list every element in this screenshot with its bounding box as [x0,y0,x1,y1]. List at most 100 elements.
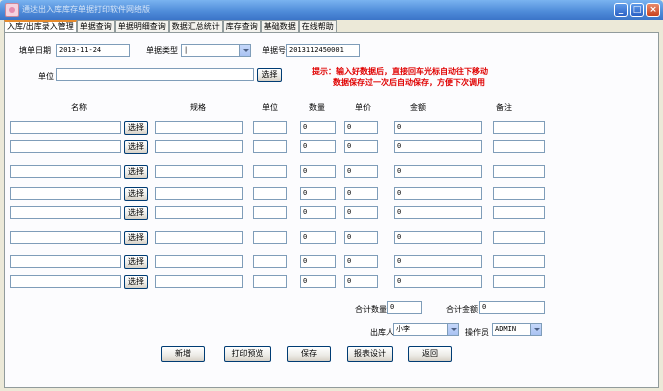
type-select[interactable]: | [181,44,251,57]
note-field[interactable] [493,275,545,288]
note-field[interactable] [493,206,545,219]
amount-field[interactable]: 0 [394,231,482,244]
amount-field[interactable]: 0 [394,206,482,219]
price-field[interactable]: 0 [344,206,378,219]
note-field[interactable] [493,140,545,153]
qty-field[interactable]: 0 [300,275,336,288]
amount-field[interactable]: 0 [394,187,482,200]
price-field[interactable]: 0 [344,140,378,153]
qty-field[interactable]: 0 [300,231,336,244]
note-field[interactable] [493,255,545,268]
row-select-button[interactable]: 选择 [124,187,148,201]
tab-summary[interactable]: 数据汇总统计 [168,20,223,32]
type-select-value: | [184,46,189,54]
price-field[interactable]: 0 [344,275,378,288]
price-field[interactable]: 0 [344,231,378,244]
name-field[interactable] [10,206,121,219]
report-design-button[interactable]: 报表设计 [347,346,393,362]
total-qty-field[interactable]: 0 [387,301,422,314]
print-preview-button[interactable]: 打印预览 [224,346,271,362]
note-field[interactable] [493,165,545,178]
price-field[interactable]: 0 [344,255,378,268]
chevron-down-icon[interactable] [447,324,458,335]
total-amount-field[interactable]: 0 [479,301,545,314]
name-field[interactable] [10,121,121,134]
out-person-select[interactable]: 小李 [393,323,459,336]
spec-field[interactable] [155,140,243,153]
col-unit: 单位 [262,103,278,112]
spec-field[interactable] [155,255,243,268]
unit-cell-field[interactable] [253,165,287,178]
row-select-button[interactable]: 选择 [124,121,148,135]
price-field[interactable]: 0 [344,187,378,200]
close-button[interactable]: × [646,3,660,17]
name-field[interactable] [10,187,121,200]
new-button[interactable]: 新增 [161,346,205,362]
qty-field[interactable]: 0 [300,187,336,200]
spec-field[interactable] [155,206,243,219]
col-spec: 规格 [190,103,206,112]
price-field[interactable]: 0 [344,121,378,134]
unit-cell-field[interactable] [253,187,287,200]
out-person-value: 小李 [396,325,410,333]
row-select-button[interactable]: 选择 [124,206,148,220]
date-field[interactable]: 2013-11-24 [56,44,130,57]
row-select-button[interactable]: 选择 [124,140,148,154]
qty-field[interactable]: 0 [300,165,336,178]
minimize-button[interactable]: _ [614,3,628,17]
unit-cell-field[interactable] [253,140,287,153]
unit-cell-field[interactable] [253,206,287,219]
note-field[interactable] [493,121,545,134]
tab-stock[interactable]: 库存查询 [222,20,261,32]
tab-entry[interactable]: 入库/出库录入管理 [4,20,77,32]
unit-cell-field[interactable] [253,275,287,288]
total-qty-label: 合计数量 [355,305,387,314]
row-select-button[interactable]: 选择 [124,231,148,245]
price-field[interactable]: 0 [344,165,378,178]
qty-field[interactable]: 0 [300,121,336,134]
unit-cell-field[interactable] [253,231,287,244]
unit-cell-field[interactable] [253,121,287,134]
name-field[interactable] [10,255,121,268]
name-field[interactable] [10,165,121,178]
unit-select-button[interactable]: 选择 [257,68,282,82]
amount-field[interactable]: 0 [394,165,482,178]
unit-label: 单位 [38,72,54,81]
tab-detail-query[interactable]: 单据明细查询 [114,20,169,32]
row-select-button[interactable]: 选择 [124,255,148,269]
maximize-button[interactable]: □ [630,3,644,17]
name-field[interactable] [10,275,121,288]
row-select-button[interactable]: 选择 [124,275,148,289]
unit-field[interactable] [56,68,254,81]
amount-field[interactable]: 0 [394,275,482,288]
spec-field[interactable] [155,187,243,200]
note-field[interactable] [493,231,545,244]
row-select-button[interactable]: 选择 [124,165,148,179]
unit-cell-field[interactable] [253,255,287,268]
chevron-down-icon[interactable] [239,45,250,56]
name-field[interactable] [10,231,121,244]
note-field[interactable] [493,187,545,200]
total-amount-label: 合计金额 [446,305,478,314]
save-button[interactable]: 保存 [287,346,331,362]
name-field[interactable] [10,140,121,153]
tab-base-data[interactable]: 基础数据 [260,20,299,32]
out-person-label: 出库人 [370,328,394,337]
operator-select[interactable]: ADMIN [492,323,542,336]
back-button[interactable]: 返回 [408,346,452,362]
amount-field[interactable]: 0 [394,140,482,153]
chevron-down-icon[interactable] [530,324,541,335]
hint-line-2: 数据保存过一次后自动保存，方便下次调用 [333,78,485,87]
qty-field[interactable]: 0 [300,255,336,268]
tab-help[interactable]: 在线帮助 [298,20,337,32]
qty-field[interactable]: 0 [300,206,336,219]
spec-field[interactable] [155,165,243,178]
qty-field[interactable]: 0 [300,140,336,153]
amount-field[interactable]: 0 [394,121,482,134]
number-field[interactable]: 2013112450001 [286,44,360,57]
spec-field[interactable] [155,231,243,244]
spec-field[interactable] [155,275,243,288]
tab-doc-query[interactable]: 单据查询 [76,20,115,32]
spec-field[interactable] [155,121,243,134]
amount-field[interactable]: 0 [394,255,482,268]
